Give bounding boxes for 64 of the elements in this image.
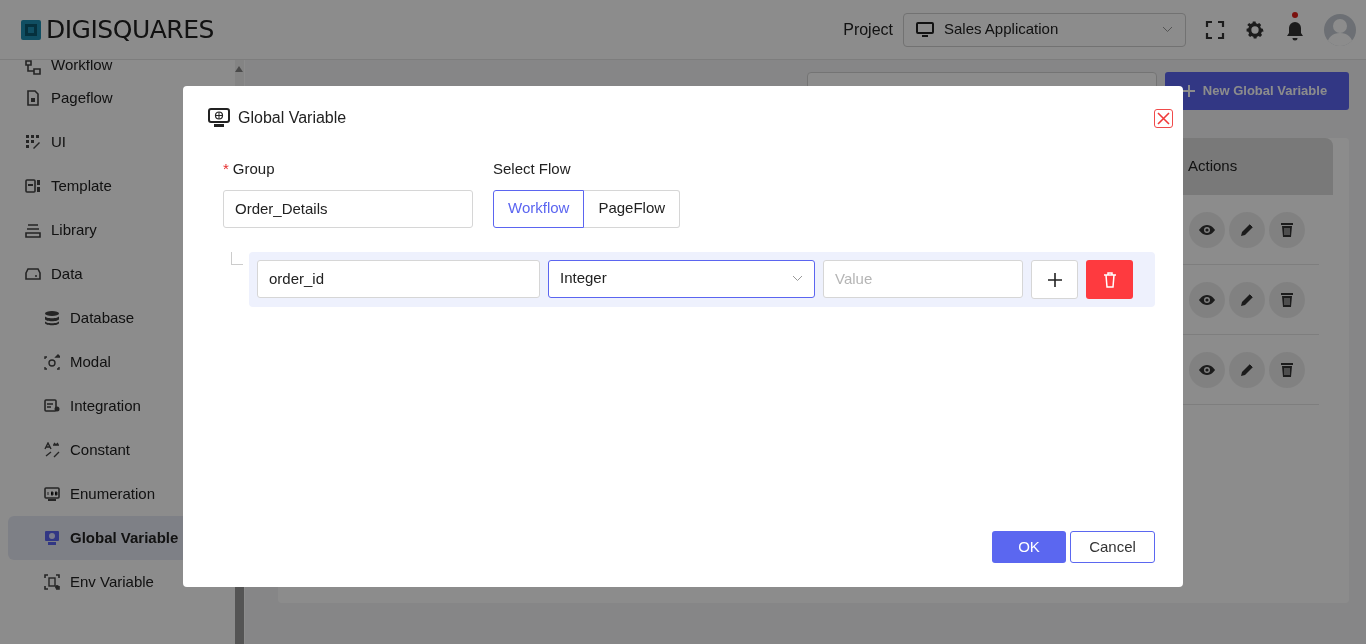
sidebar-item-icon: [25, 222, 41, 238]
sidebar-item-icon: [44, 486, 60, 502]
group-input[interactable]: Order_Details: [223, 189, 473, 228]
cancel-button[interactable]: Cancel: [1070, 531, 1155, 563]
sidebar-item-icon: [44, 310, 60, 326]
trash-button[interactable]: [1269, 211, 1305, 248]
trash-button[interactable]: [1269, 281, 1305, 318]
new-global-variable-button[interactable]: New Global Variable: [1165, 72, 1349, 110]
chevron-down-icon: [1162, 26, 1173, 33]
trash-button[interactable]: [1269, 351, 1305, 388]
flow-toggle[interactable]: Workflow: [493, 189, 585, 228]
monitor-globe-icon: [208, 108, 230, 128]
ok-button[interactable]: OK: [992, 531, 1066, 563]
fullscreen-icon[interactable]: [1204, 18, 1226, 41]
sidebar-item-icon: [25, 60, 41, 76]
sidebar-item-icon: [25, 90, 41, 106]
sidebar-item[interactable]: Pageflow: [0, 76, 235, 120]
modal-title: Global Variable: [238, 108, 347, 128]
close-button[interactable]: [1154, 108, 1173, 128]
trash-icon: [1278, 360, 1296, 379]
logo-icon: [20, 18, 42, 41]
chevron-down-icon: [792, 275, 803, 282]
project-select[interactable]: Sales Application: [903, 12, 1186, 47]
project-label: Project: [843, 19, 893, 40]
group-label: Group: [232, 160, 275, 177]
delete-button[interactable]: [1086, 259, 1133, 299]
pencil-button[interactable]: [1229, 351, 1265, 388]
select-flow-label: Select Flow: [493, 159, 572, 179]
add-button[interactable]: [1031, 259, 1078, 299]
sidebar-item[interactable]: Enumeration: [0, 472, 235, 516]
sidebar-item[interactable]: Data: [0, 252, 235, 296]
plus-icon: [1047, 272, 1062, 287]
sidebar-item[interactable]: Database: [0, 296, 235, 340]
view-button[interactable]: [1189, 281, 1225, 318]
notification-bell-icon[interactable]: [1284, 19, 1306, 42]
sidebar-item-icon: [25, 178, 41, 194]
sidebar-item-icon: [25, 266, 41, 282]
logo-text: DIGISQUARES: [46, 13, 214, 46]
sidebar-item[interactable]: Modal: [0, 340, 235, 384]
monitor-icon: [916, 21, 934, 38]
settings-icon[interactable]: [1244, 18, 1266, 41]
pencil-button[interactable]: [1229, 281, 1265, 318]
column-header: Actions: [1188, 157, 1238, 175]
flow-toggle[interactable]: PageFlow: [584, 189, 681, 228]
name-input[interactable]: order_id: [257, 259, 540, 298]
trash-icon: [1278, 220, 1296, 239]
sidebar-item-icon: [44, 530, 60, 546]
value-input[interactable]: Value: [823, 259, 1023, 298]
sidebar-item-icon: [25, 134, 41, 150]
sidebar-item-icon: [44, 354, 60, 370]
sidebar-item[interactable]: Integration: [0, 384, 235, 428]
type-select[interactable]: Integer: [548, 259, 815, 298]
sidebar-item-icon: [44, 574, 60, 590]
sidebar-item[interactable]: Env Variable: [0, 560, 235, 604]
view-button[interactable]: [1189, 211, 1225, 248]
sidebar-item[interactable]: Constant: [0, 428, 235, 472]
close-icon: [1157, 111, 1170, 125]
trash-icon: [1102, 271, 1117, 288]
pencil-button[interactable]: [1229, 211, 1265, 248]
sidebar-item-icon: [44, 398, 60, 414]
sidebar-item-icon: [44, 442, 60, 458]
tree-connector: [231, 251, 243, 265]
view-button[interactable]: [1189, 351, 1225, 388]
trash-icon: [1278, 290, 1296, 309]
